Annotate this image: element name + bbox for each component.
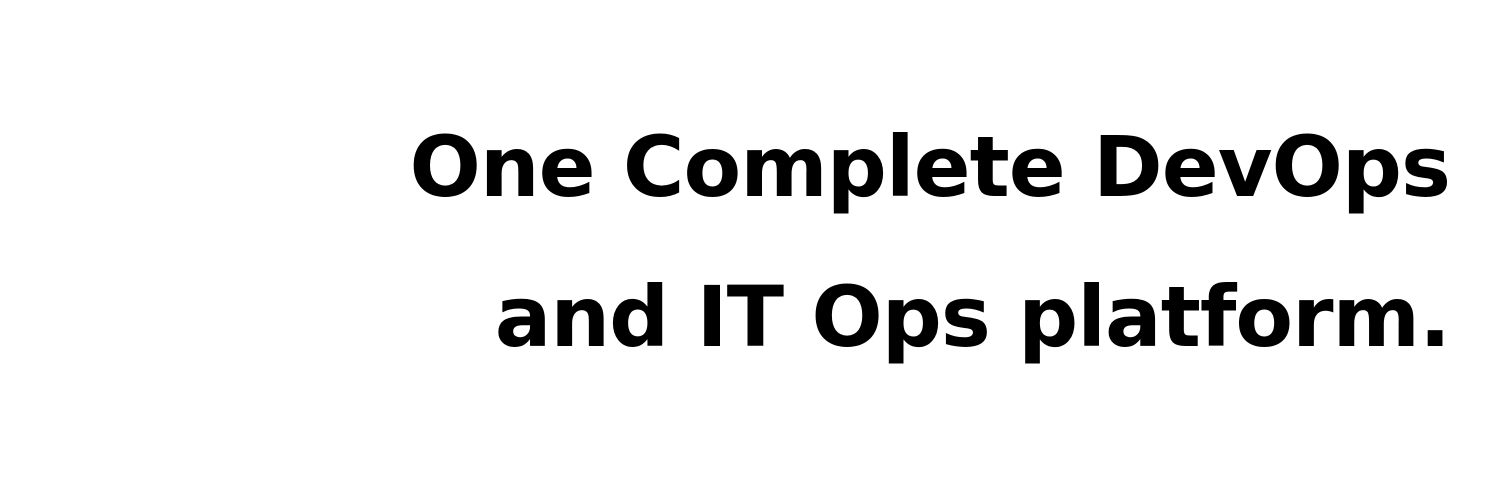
headline-line-2: and IT Ops platform. — [494, 268, 1451, 366]
headline-line-1: One Complete DevOps — [409, 118, 1451, 216]
banner: One Complete DevOps and IT Ops platform. — [0, 0, 1500, 500]
headline: One Complete DevOps and IT Ops platform. — [409, 92, 1451, 392]
